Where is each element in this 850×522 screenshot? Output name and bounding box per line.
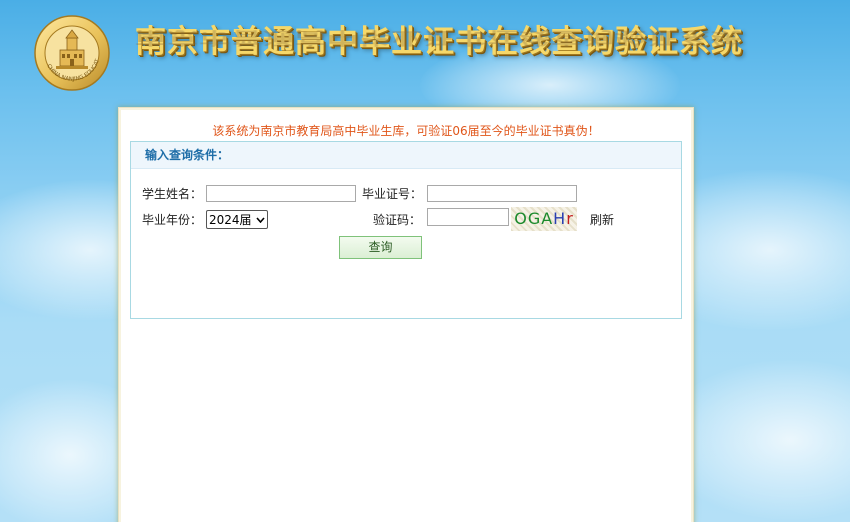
graduation-year-label: 毕业年份： xyxy=(142,213,203,227)
main-panel: 该系统为南京市教育局高中毕业生库，可验证06届至今的毕业证书真伪！ 输入查询条件… xyxy=(118,107,694,522)
page-title-reflection: 南京市普通高中毕业证书在线查询验证系统 xyxy=(135,27,743,48)
certificate-number-label: 毕业证号： xyxy=(362,187,423,201)
verification-code-label: 验证码： xyxy=(373,213,422,227)
system-notice: 该系统为南京市教育局高中毕业生库，可验证06届至今的毕业证书真伪！ xyxy=(212,124,600,138)
verification-code-input[interactable] xyxy=(427,208,509,226)
section-title: 输入查询条件： xyxy=(131,142,681,169)
captcha-image[interactable]: OGAHr xyxy=(511,207,577,231)
student-name-label: 学生姓名： xyxy=(142,187,203,201)
nanjing-education-emblem-icon: CHINA NANJING EDUCATION xyxy=(31,10,111,92)
graduation-year-value: 2024届 xyxy=(209,213,252,227)
refresh-captcha-link[interactable]: 刷新 xyxy=(590,211,614,229)
query-conditions-box: 输入查询条件： 学生姓名： 毕业证号： 毕业年份： 2024届 验证码： OGA… xyxy=(130,141,682,319)
student-name-input[interactable] xyxy=(206,185,356,202)
header: CHINA NANJING EDUCATION 南京市普通高中毕业证书在线查询验… xyxy=(0,0,850,105)
chevron-down-icon xyxy=(256,216,265,223)
certificate-number-input[interactable] xyxy=(427,185,577,202)
graduation-year-select[interactable]: 2024届 xyxy=(206,210,268,229)
query-button[interactable]: 查询 xyxy=(339,236,422,259)
